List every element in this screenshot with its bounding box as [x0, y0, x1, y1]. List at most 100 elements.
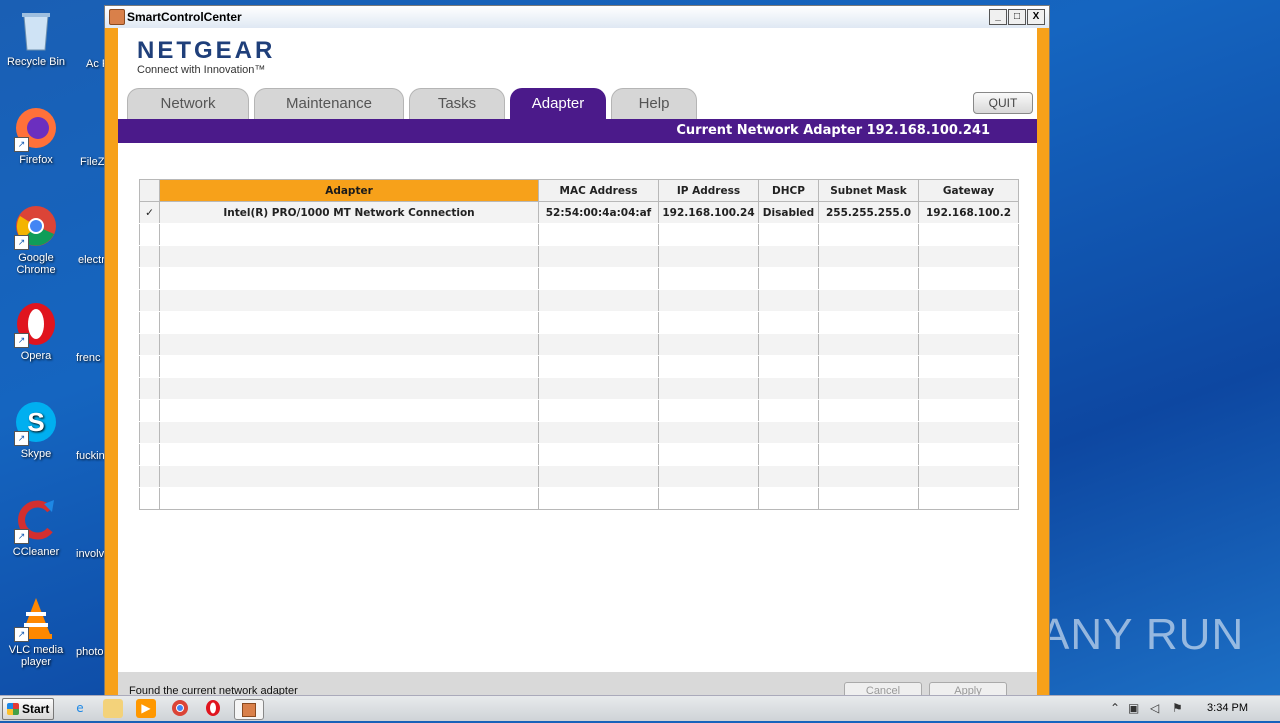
cell-mac: 52:54:00:4a:04:af: [538, 201, 659, 224]
desktop-icon-skype[interactable]: S ↗ Skype: [0, 400, 72, 460]
desktop-icon-partial[interactable]: involv: [76, 548, 104, 560]
show-hidden-icons-icon[interactable]: ⌃: [1110, 701, 1120, 715]
window-title: SmartControlCenter: [127, 10, 242, 24]
opera-icon: ↗: [14, 302, 58, 348]
start-label: Start: [22, 702, 50, 716]
skype-icon: S ↗: [14, 400, 58, 446]
table-row[interactable]: ✓ Intel(R) PRO/1000 MT Network Connectio…: [139, 201, 1019, 224]
desktop-icon-label: Recycle Bin: [6, 56, 66, 68]
table-row: [139, 267, 1019, 290]
table-row: [139, 377, 1019, 400]
tab-network[interactable]: Network: [127, 88, 249, 119]
chrome-taskbar-icon[interactable]: [170, 699, 190, 718]
desktop-icon-label: Firefox: [19, 154, 53, 166]
desktop-icon-label: CCleaner: [12, 546, 60, 558]
tab-adapter[interactable]: Adapter: [510, 88, 606, 119]
adapter-table: Adapter MAC Address IP Address DHCP Subn…: [139, 179, 1019, 510]
desktop-icon-label: Google Chrome: [16, 252, 56, 276]
clock[interactable]: 3:34 PM: [1207, 702, 1248, 714]
media-player-icon[interactable]: ▶: [136, 699, 156, 718]
desktop-icon-opera[interactable]: ↗ Opera: [0, 302, 72, 362]
quit-button[interactable]: QUIT: [973, 92, 1033, 114]
cell-dhcp: Disabled: [758, 201, 819, 224]
tab-maintenance[interactable]: Maintenance: [254, 88, 404, 119]
table-row: [139, 399, 1019, 422]
desktop-icon-partial[interactable]: fuckin: [76, 450, 104, 462]
desktop-icon-partial[interactable]: frenc: [76, 352, 104, 364]
close-button[interactable]: X: [1027, 9, 1045, 25]
table-row: [139, 421, 1019, 444]
table-row: [139, 223, 1019, 246]
table-row: [139, 245, 1019, 268]
cell-subnet: 255.255.255.0: [818, 201, 919, 224]
shortcut-arrow-icon: ↗: [14, 529, 29, 544]
desktop-icon-partial[interactable]: FileZi: [80, 156, 104, 168]
app-icon: [109, 9, 125, 25]
network-icon[interactable]: ▣: [1128, 701, 1139, 715]
recycle-bin-icon: [14, 8, 58, 52]
current-adapter-label: Current Network Adapter 192.168.100.241: [676, 123, 990, 138]
column-header-gateway[interactable]: Gateway: [918, 179, 1019, 202]
desktop-icon-label: Opera: [20, 350, 52, 362]
adapter-panel: Adapter MAC Address IP Address DHCP Subn…: [118, 143, 1037, 672]
file-explorer-icon[interactable]: [103, 699, 123, 718]
tab-help[interactable]: Help: [611, 88, 697, 119]
desktop-icon-label: Skype: [20, 448, 52, 460]
opera-taskbar-icon[interactable]: [203, 699, 223, 718]
smartcontrolcenter-window: SmartControlCenter _ □ X NETGEAR Connect…: [104, 5, 1050, 700]
ccleaner-icon: ↗: [14, 498, 58, 544]
brand-tagline: Connect with Innovation™: [137, 64, 266, 76]
window-titlebar[interactable]: SmartControlCenter _ □ X: [105, 6, 1049, 28]
desktop-icon-partial[interactable]: Ac Rea: [86, 58, 104, 70]
table-row: [139, 355, 1019, 378]
column-header-select: [139, 179, 160, 202]
desktop-icon-vlc[interactable]: ↗ VLC media player: [0, 596, 72, 668]
shortcut-arrow-icon: ↗: [14, 431, 29, 446]
tab-tasks[interactable]: Tasks: [409, 88, 505, 119]
table-header-row: Adapter MAC Address IP Address DHCP Subn…: [139, 179, 1019, 202]
system-tray: ⌃ ▣ ◁ ⚑ 3:34 PM: [1104, 696, 1280, 721]
column-header-subnet[interactable]: Subnet Mask: [818, 179, 919, 202]
chrome-icon: ↗: [14, 204, 58, 250]
cell-adapter: Intel(R) PRO/1000 MT Network Connection: [159, 201, 539, 224]
brand-name: NETGEAR: [137, 37, 276, 64]
table-row: [139, 443, 1019, 466]
minimize-button[interactable]: _: [989, 9, 1007, 25]
column-header-ip[interactable]: IP Address: [658, 179, 759, 202]
desktop-icon-ccleaner[interactable]: ↗ CCleaner: [0, 498, 72, 558]
adapter-header-bar: Current Network Adapter 192.168.100.241: [118, 119, 1037, 143]
desktop-icon-firefox[interactable]: ↗ Firefox: [0, 106, 72, 166]
desktop-icon-partial[interactable]: electr: [78, 254, 104, 266]
shortcut-arrow-icon: ↗: [14, 627, 29, 642]
desktop-icon-chrome[interactable]: ↗ Google Chrome: [0, 204, 72, 276]
anyrun-watermark: ANY RUN: [1040, 610, 1245, 659]
netgear-logo: NETGEAR Connect with Innovation™: [137, 37, 275, 76]
cell-gateway: 192.168.100.2: [918, 201, 1019, 224]
column-header-mac[interactable]: MAC Address: [538, 179, 659, 202]
svg-text:S: S: [27, 407, 44, 437]
shortcut-arrow-icon: ↗: [14, 333, 29, 348]
table-row: [139, 333, 1019, 356]
desktop-icon-recycle-bin[interactable]: Recycle Bin: [0, 8, 72, 68]
row-check-icon[interactable]: ✓: [139, 201, 160, 224]
desktop-icon-partial[interactable]: photo: [76, 646, 104, 658]
windows-logo-icon: [7, 703, 19, 715]
table-row: [139, 465, 1019, 488]
column-header-dhcp[interactable]: DHCP: [758, 179, 819, 202]
taskbar: Start e ▶ ⌃ ▣ ◁ ⚑ 3:34 PM: [0, 695, 1280, 721]
vlc-icon: ↗: [14, 596, 58, 642]
table-row: [139, 289, 1019, 312]
table-row: [139, 311, 1019, 334]
internet-explorer-icon[interactable]: e: [70, 699, 90, 718]
cell-ip: 192.168.100.24: [658, 201, 759, 224]
smartcontrolcenter-taskbar-icon[interactable]: [234, 699, 264, 720]
shortcut-arrow-icon: ↗: [14, 235, 29, 250]
app-body: NETGEAR Connect with Innovation™ Network…: [118, 28, 1037, 700]
volume-icon[interactable]: ◁: [1150, 701, 1159, 715]
action-center-flag-icon[interactable]: ⚑: [1172, 701, 1183, 715]
table-row: [139, 487, 1019, 510]
maximize-button[interactable]: □: [1008, 9, 1026, 25]
start-button[interactable]: Start: [2, 698, 54, 720]
main-tabs: Network Maintenance Tasks Adapter Help: [127, 88, 697, 119]
column-header-adapter[interactable]: Adapter: [159, 179, 539, 202]
